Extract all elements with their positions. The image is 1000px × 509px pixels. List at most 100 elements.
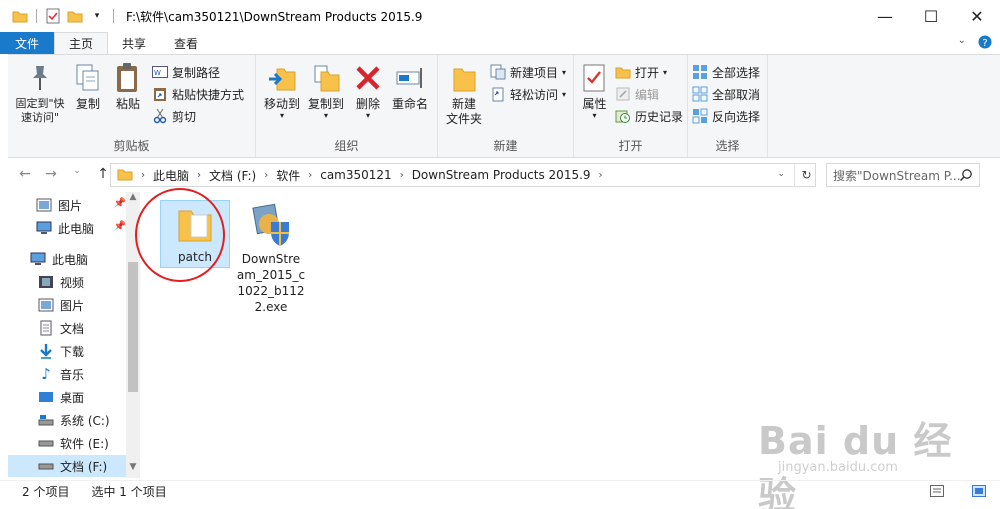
ribbon-tabs: 文件 主页 共享 查看 ⌄ ?	[0, 32, 1000, 54]
tab-view[interactable]: 查看	[160, 32, 212, 54]
download-icon	[38, 343, 54, 359]
edit-button[interactable]: 编辑	[615, 85, 683, 103]
new-item-button[interactable]: 新建项目 ▾	[490, 63, 566, 81]
folder-icon	[117, 167, 133, 184]
chevron-right-icon[interactable]: ›	[141, 170, 145, 181]
baidu-watermark: Bai du 经验 jingyan.baidu.com	[750, 410, 960, 509]
video-icon	[38, 274, 54, 290]
chevron-down-icon: ▾	[562, 89, 567, 99]
delete-x-icon	[352, 61, 384, 95]
properties-check-icon[interactable]	[45, 8, 61, 24]
tab-file[interactable]: 文件	[0, 32, 54, 54]
chevron-right-icon[interactable]: ›	[197, 170, 201, 181]
delete-button[interactable]: 删除 ▾	[348, 59, 388, 139]
properties-check-icon	[578, 61, 610, 95]
open-button[interactable]: 打开 ▾	[615, 63, 683, 81]
select-all-button[interactable]: 全部选择	[692, 63, 760, 81]
details-view-icon[interactable]	[930, 485, 944, 500]
chevron-down-icon: ▾	[365, 111, 370, 120]
pin-icon: 📌	[113, 198, 126, 209]
organize-group-label: 组织	[334, 139, 359, 153]
chevron-right-icon[interactable]: ›	[308, 170, 312, 181]
pin-quick-access-button[interactable]: 固定到"快 速访问"	[12, 59, 68, 139]
back-arrow-icon[interactable]: ←	[14, 166, 36, 182]
paste-button[interactable]: 粘贴	[108, 59, 148, 139]
file-item-installer[interactable]: DownStre am_2015_c 1022_b112 2.exe	[236, 200, 306, 315]
ribbon: 固定到"快 速访问" 复制 粘贴 W 复制路径 粘贴快捷方式 剪切 剪贴板 移动…	[8, 54, 1000, 158]
tab-share[interactable]: 共享	[108, 32, 160, 54]
breadcrumb-cam350121[interactable]: cam350121	[320, 168, 391, 182]
invert-selection-icon	[692, 108, 708, 124]
cut-button[interactable]: 剪切	[152, 107, 244, 125]
tab-home[interactable]: 主页	[54, 32, 109, 54]
breadcrumb-current[interactable]: DownStream Products 2015.9	[412, 168, 591, 182]
history-icon	[615, 108, 631, 124]
chevron-right-icon[interactable]: ›	[599, 170, 603, 181]
large-icons-view-icon[interactable]	[972, 485, 986, 500]
rename-button[interactable]: 重命名	[388, 59, 432, 139]
address-bar[interactable]: › 此电脑 › 文档 (F:) › 软件 › cam350121 › DownS…	[110, 163, 816, 187]
nav-item-videos[interactable]: 视频	[38, 271, 126, 293]
new-folder-button[interactable]: 新建 文件夹	[442, 59, 486, 139]
refresh-icon[interactable]: ↻	[794, 163, 818, 187]
chevron-down-icon: ▾	[663, 67, 668, 77]
nav-item-documents[interactable]: 文档	[38, 317, 126, 339]
scroll-down-icon[interactable]: ▼	[126, 462, 140, 478]
maximize-button[interactable]: ☐	[908, 0, 954, 32]
drive-icon	[38, 458, 54, 474]
nav-item-pictures-pinned[interactable]: 图片 📌	[36, 194, 126, 216]
customize-dropdown-icon[interactable]: ▾	[89, 8, 105, 24]
window-title: F:\软件\cam350121\DownStream Products 2015…	[126, 9, 423, 24]
chevron-down-icon[interactable]: ⌄	[958, 35, 966, 52]
copy-button[interactable]: 复制	[68, 59, 108, 139]
search-input[interactable]: 搜索"DownStream P...	[826, 163, 980, 187]
pin-icon: 📌	[113, 221, 126, 232]
chevron-right-icon[interactable]: ›	[400, 170, 404, 181]
nav-item-this-pc[interactable]: 此电脑	[30, 248, 126, 270]
nav-item-drive-f[interactable]: 文档 (F:)	[8, 455, 126, 477]
properties-button[interactable]: 属性 ▾	[578, 59, 611, 139]
chevron-down-icon: ▾	[279, 111, 284, 120]
quick-access-toolbar: ▾	[0, 8, 116, 24]
select-group: 全部选择 全部取消 反向选择 选择	[688, 55, 768, 157]
scroll-up-icon[interactable]: ▲	[126, 192, 140, 208]
nav-item-desktop[interactable]: 桌面	[38, 386, 126, 408]
paste-shortcut-button[interactable]: 粘贴快捷方式	[152, 85, 244, 103]
nav-item-drive-c[interactable]: 系统 (C:)	[38, 409, 126, 431]
chevron-right-icon[interactable]: ›	[264, 170, 268, 181]
copy-to-button[interactable]: 复制到 ▾	[304, 59, 348, 139]
help-icon[interactable]: ?	[978, 35, 992, 52]
breadcrumb-drive-f[interactable]: 文档 (F:)	[209, 167, 256, 184]
clipboard-group: 固定到"快 速访问" 复制 粘贴 W 复制路径 粘贴快捷方式 剪切 剪贴板	[8, 55, 256, 157]
forward-arrow-icon[interactable]: →	[40, 166, 62, 182]
copy-to-icon	[310, 61, 342, 95]
minimize-button[interactable]: —	[862, 0, 908, 32]
breadcrumb-this-pc[interactable]: 此电脑	[153, 167, 189, 184]
scissors-icon	[152, 108, 168, 124]
new-folder-icon[interactable]	[67, 8, 83, 24]
easy-access-button[interactable]: 轻松访问 ▾	[490, 85, 566, 103]
select-none-button[interactable]: 全部取消	[692, 85, 760, 103]
copy-path-button[interactable]: W 复制路径	[152, 63, 244, 81]
history-button[interactable]: 历史记录	[615, 107, 683, 125]
scroll-thumb[interactable]	[128, 262, 138, 392]
nav-item-downloads[interactable]: 下载	[38, 340, 126, 362]
title-bar: ▾ F:\软件\cam350121\DownStream Products 20…	[0, 0, 1000, 32]
close-button[interactable]: ✕	[954, 0, 1000, 32]
folder-icon[interactable]	[12, 8, 28, 24]
nav-item-drive-e[interactable]: 软件 (E:)	[38, 432, 126, 454]
document-icon	[38, 320, 54, 336]
window-controls: — ☐ ✕	[862, 0, 1000, 32]
nav-item-pictures[interactable]: 图片	[38, 294, 126, 316]
selected-count: 选中 1 个项目	[91, 485, 167, 499]
copy-path-icon: W	[152, 64, 168, 80]
invert-selection-button[interactable]: 反向选择	[692, 107, 760, 125]
nav-item-this-pc-pinned[interactable]: 此电脑 📌	[36, 217, 126, 239]
recent-chevron-icon[interactable]: ⌄	[66, 166, 88, 182]
address-dropdown-icon[interactable]: ⌄	[777, 169, 785, 179]
breadcrumb-software[interactable]: 软件	[276, 167, 300, 184]
drive-icon	[38, 412, 54, 428]
move-to-button[interactable]: 移动到 ▾	[260, 59, 304, 139]
rename-icon	[394, 61, 426, 95]
nav-item-music[interactable]: ♪ 音乐	[38, 363, 126, 385]
